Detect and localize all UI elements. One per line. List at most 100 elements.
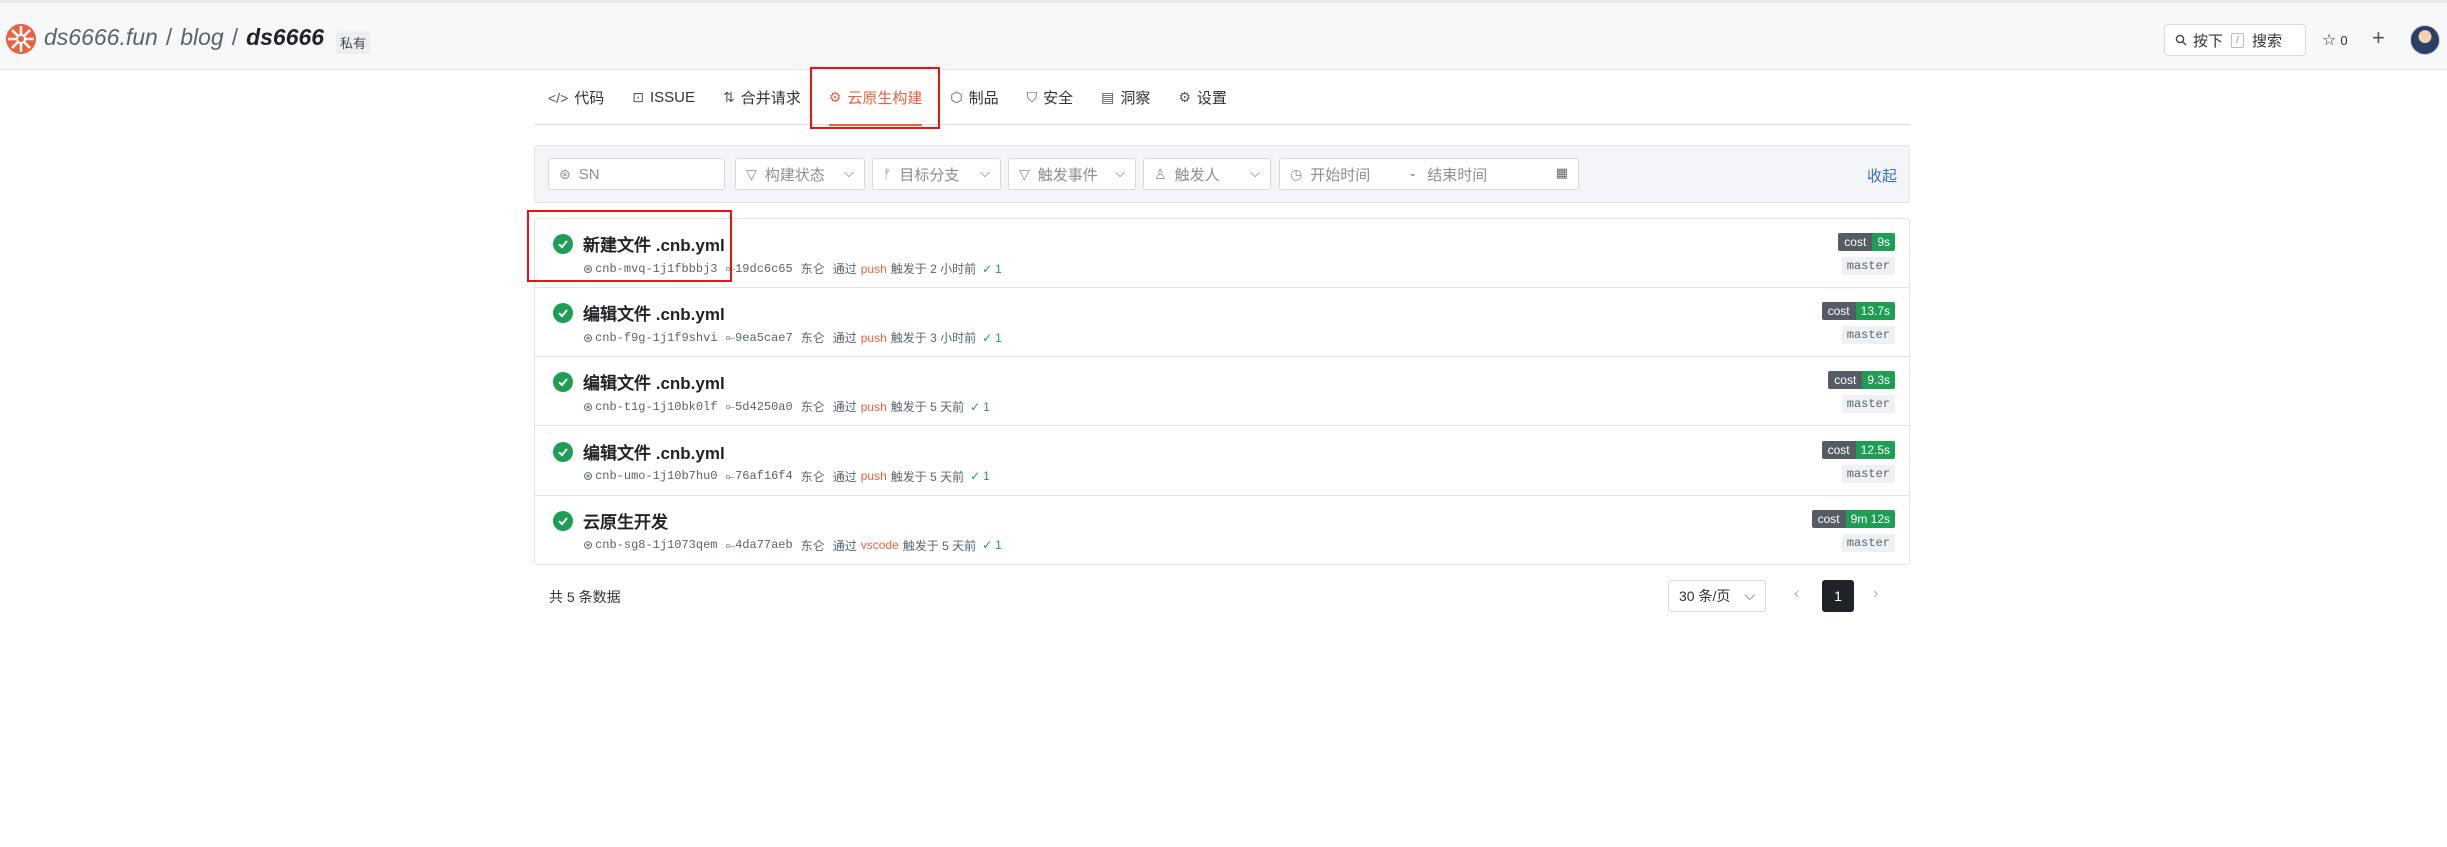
trigger-user-select[interactable]: ♙ 触发人 ⌵ <box>1143 158 1271 190</box>
chevron-down-icon: ⌵ <box>1744 587 1755 603</box>
trigger-event: push <box>860 261 887 276</box>
commit-hash[interactable]: 9ea5cae7 <box>735 331 793 345</box>
cnb-logo-icon[interactable] <box>4 22 38 56</box>
top-header: ds6666.fun / blog / ds6666 私有 按下 / 搜索 ☆ … <box>0 3 2447 70</box>
build-row[interactable]: 编辑文件 .cnb.yml ⊛ cnb-f9g-1j1f9shvi ⟜ 9ea5cae7… <box>535 288 1909 358</box>
breadcrumb-separator: / <box>165 24 173 50</box>
commit-hash[interactable]: 5d4250a0 <box>735 400 793 414</box>
branch-badge: master <box>1841 257 1895 275</box>
chevron-down-icon: ⌵ <box>1115 165 1125 180</box>
jobs-count: 1 <box>995 538 1002 553</box>
end-time-placeholder: 结束时间 <box>1427 166 1488 184</box>
via-text: 通过 <box>832 469 857 484</box>
calendar-icon: ▦ <box>1555 165 1568 180</box>
tab-label: 安全 <box>1043 90 1074 107</box>
build-title[interactable]: 云原生开发 <box>583 508 668 533</box>
jobs-check-icon: ✓ <box>982 261 993 276</box>
jobs-check-icon: ✓ <box>982 538 993 553</box>
search-press-text: 按下 <box>2193 32 2224 50</box>
cost-value: 9.3s <box>1862 371 1895 390</box>
build-sn[interactable]: cnb-t1g-1j10bk0lf <box>595 400 717 414</box>
sn-placeholder: SN <box>578 165 600 183</box>
tab-4[interactable]: ⬡ 制品 <box>936 70 1012 125</box>
build-meta: ⊛ cnb-sg8-1j1073qem ⟜ 4da77aeb 东仑 通过 vscode 触发于… <box>583 537 1002 554</box>
build-sn[interactable]: cnb-f9g-1j1f9shvi <box>595 331 717 345</box>
trigger-time: 触发于 2 小时前 <box>890 262 977 276</box>
build-row[interactable]: 新建文件 .cnb.yml ⊛ cnb-mvq-1j1fbbbj3 ⟜ 19dc6c65… <box>535 219 1909 288</box>
insights-icon: ▤ <box>1101 89 1115 105</box>
commit-hash[interactable]: 4da77aeb <box>735 538 793 552</box>
create-new-icon[interactable]: + <box>2372 25 2385 51</box>
tab-1[interactable]: ⊡ ISSUE <box>618 70 709 125</box>
page-size-select[interactable]: 30 条/页 ⌵ <box>1668 580 1766 612</box>
gear-icon: ⚙ <box>1178 89 1191 105</box>
tab-label: 洞察 <box>1120 90 1151 107</box>
cost-badge: cost 12.5s <box>1821 440 1895 459</box>
build-row[interactable]: 云原生开发 ⊛ cnb-sg8-1j1073qem ⟜ 4da77aeb 东仑 通过 vsco… <box>535 496 1909 565</box>
tab-2[interactable]: ⇅ 合并请求 <box>709 70 815 125</box>
breadcrumb-org[interactable]: ds6666.fun <box>44 24 158 51</box>
jobs-count: 1 <box>983 399 990 414</box>
cost-value: 13.7s <box>1855 302 1895 321</box>
build-user: 东仑 <box>800 262 825 276</box>
status-select[interactable]: ▽ 构建状态 ⌵ <box>735 158 865 190</box>
tab-5[interactable]: ⛉ 安全 <box>1013 70 1088 125</box>
commit-hash[interactable]: 19dc6c65 <box>735 262 793 276</box>
star-button[interactable]: ☆ 0 <box>2322 30 2348 50</box>
search-button[interactable]: 按下 / 搜索 <box>2164 24 2306 56</box>
cost-badge: cost 9.3s <box>1828 371 1895 390</box>
filter-icon: ▽ <box>746 165 757 182</box>
cost-label: cost <box>1838 233 1873 251</box>
build-title[interactable]: 编辑文件 .cnb.yml <box>583 439 725 464</box>
build-user: 东仑 <box>800 538 825 553</box>
cost-value: 12.5s <box>1855 440 1895 459</box>
build-row[interactable]: 编辑文件 .cnb.yml ⊛ cnb-t1g-1j10bk0lf ⟜ 5d4250a0… <box>535 357 1909 427</box>
branch-badge: master <box>1841 326 1895 345</box>
search-shortcut-key: / <box>2231 32 2245 48</box>
page-number-current[interactable]: 1 <box>1822 580 1854 612</box>
breadcrumb-repo[interactable]: ds6666 <box>246 24 324 51</box>
cost-value: 9s <box>1872 233 1895 251</box>
success-check-icon <box>553 303 573 324</box>
build-sn[interactable]: cnb-umo-1j10b7hu0 <box>595 469 717 483</box>
jobs-count: 1 <box>995 330 1002 345</box>
tab-label: 代码 <box>574 90 605 107</box>
annotation-highlight-box <box>810 67 940 129</box>
branch-icon: ᚠ <box>883 166 892 182</box>
tab-7[interactable]: ⚙ 设置 <box>1164 70 1241 125</box>
pull-request-icon: ⇅ <box>723 89 735 105</box>
via-text: 通过 <box>832 538 857 553</box>
build-row[interactable]: 编辑文件 .cnb.yml ⊛ cnb-umo-1j10b7hu0 ⟜ 76af16f4… <box>535 427 1909 496</box>
build-title[interactable]: 编辑文件 .cnb.yml <box>583 300 725 325</box>
cost-label: cost <box>1811 509 1846 528</box>
collapse-filters-link[interactable]: 收起 <box>1867 165 1897 186</box>
chevron-down-icon: ⌵ <box>980 165 990 180</box>
trigger-event: vscode <box>860 538 899 553</box>
next-page-button[interactable]: › <box>1873 585 1878 603</box>
commit-icon: ⟜ <box>725 537 736 552</box>
success-check-icon <box>553 441 573 462</box>
annotation-highlight-box <box>527 210 732 282</box>
jobs-check-icon: ✓ <box>982 330 993 345</box>
cost-label: cost <box>1821 302 1856 321</box>
commit-hash[interactable]: 76af16f4 <box>735 469 793 483</box>
tab-0[interactable]: </> 代码 <box>534 70 618 125</box>
prev-page-button[interactable]: ‹ <box>1794 585 1799 603</box>
trigger-time: 触发于 5 天前 <box>890 400 965 415</box>
event-select[interactable]: ▽ 触发事件 ⌵ <box>1008 158 1136 190</box>
status-placeholder: 构建状态 <box>764 166 825 184</box>
search-icon <box>2175 34 2187 46</box>
trigger-time: 触发于 5 天前 <box>902 538 977 553</box>
sn-search-input[interactable]: ⊛ SN <box>548 158 725 190</box>
tab-6[interactable]: ▤ 洞察 <box>1087 70 1164 125</box>
commit-icon: ⟜ <box>725 468 736 483</box>
build-user: 东仑 <box>800 400 825 415</box>
success-check-icon <box>553 510 573 531</box>
clock-icon: ◷ <box>1290 165 1303 182</box>
branch-select[interactable]: ᚠ 目标分支 ⌵ <box>872 158 1001 190</box>
avatar[interactable] <box>2410 25 2440 55</box>
build-title[interactable]: 编辑文件 .cnb.yml <box>583 369 725 394</box>
build-sn[interactable]: cnb-sg8-1j1073qem <box>595 538 717 552</box>
time-range-picker[interactable]: ◷ 开始时间 - 结束时间 ▦ <box>1279 158 1579 190</box>
breadcrumb-group[interactable]: blog <box>180 24 223 51</box>
